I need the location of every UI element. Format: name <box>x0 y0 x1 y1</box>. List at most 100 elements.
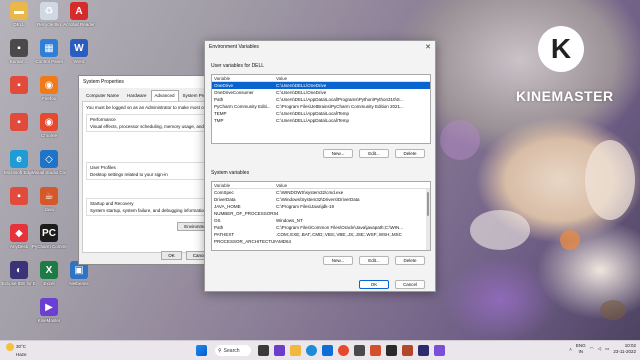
kinemaster-icon[interactable] <box>434 345 445 356</box>
word-icon: W <box>70 39 88 57</box>
kinemaster-logo-letter: K <box>550 33 572 64</box>
desktop-icon[interactable]: ☕ Java <box>32 187 66 212</box>
variable-name: OneDriveConsumer <box>214 90 254 95</box>
variable-value: C:\Users\DELL\OneDrive <box>276 90 327 95</box>
desktop-icon-label: Firefox <box>42 96 56 101</box>
table-row[interactable]: PyCharm Community Editi... C:\Program Fil… <box>212 103 430 110</box>
variable-name: PATHEXT <box>214 232 235 237</box>
env-cancel-button[interactable]: Cancel <box>395 280 425 289</box>
sysprop-ok-button[interactable]: OK <box>161 251 182 260</box>
desktop-icon[interactable]: ▪ <box>2 76 36 96</box>
desktop-icon[interactable]: PC PyCharm Community <box>32 224 66 249</box>
app-icon[interactable] <box>370 345 381 356</box>
table-row[interactable]: OneDriveConsumer C:\Users\DELL\OneDrive <box>212 89 430 96</box>
table-row[interactable]: TMP C:\Users\DELL\AppData\Local\Temp <box>212 117 430 124</box>
user-edit-button[interactable]: Edit... <box>359 149 389 158</box>
desktop-icon-label: Microsoft Edge <box>3 170 34 175</box>
desktop-icon[interactable]: ▦ Control Panel <box>32 39 66 64</box>
system-variables-scrollbar[interactable] <box>426 189 430 250</box>
system-new-button[interactable]: New... <box>323 256 353 265</box>
env-ok-button[interactable]: OK <box>359 280 389 289</box>
user-new-button[interactable]: New... <box>323 149 353 158</box>
eclipse-icon[interactable] <box>418 345 429 356</box>
tab-hardware[interactable]: Hardware <box>123 90 151 101</box>
wifi-icon[interactable]: ◠ <box>590 346 594 352</box>
system-variables-rows: ComSpec C:\WINDOWS\system32\cmd.exe Driver… <box>212 189 430 245</box>
desktop-icon[interactable]: W Word <box>62 39 96 64</box>
desktop-icon-label: Visual Studio Code <box>32 170 66 175</box>
java-icon[interactable] <box>402 345 413 356</box>
table-row[interactable]: PATHEXT .COM;.EXE;.BAT;.CMD;.VBS;.VBE;.JS… <box>212 231 430 238</box>
desktop-icon-label: Java <box>44 207 54 212</box>
desktop-icon-label: Acrobat Reader <box>63 22 95 27</box>
table-row[interactable]: Path C:\Users\DELL\AppData\Local\Programs… <box>212 96 430 103</box>
file-explorer-icon[interactable] <box>290 345 301 356</box>
table-row[interactable]: OS Windows_NT <box>212 217 430 224</box>
kinemaster-watermark: KINEMASTER <box>516 88 614 104</box>
system-tray: ˄ ENG IN ◠ ◁ ▭ 10:02 23-11-2022 <box>569 343 636 355</box>
battery-icon[interactable]: ▭ <box>605 346 609 352</box>
tab-advanced[interactable]: Advanced <box>150 90 179 101</box>
desktop-icon-label: DELL <box>13 22 25 27</box>
volume-icon[interactable]: ◁ <box>598 346 601 352</box>
control-panel-icon: ▦ <box>40 39 58 57</box>
table-row[interactable]: JAVA_HOME C:\Program Files\Java\jdk-19 <box>212 203 430 210</box>
user-variables-rows: OneDrive C:\Users\DELL\OneDrive OneDriveCo… <box>212 82 430 124</box>
user-delete-button[interactable]: Delete <box>395 149 425 158</box>
tab-computer-name[interactable]: Computer Name <box>82 90 123 101</box>
table-row[interactable]: NUMBER_OF_PROCESSORS 4 <box>212 210 430 217</box>
table-row[interactable]: TEMP C:\Users\DELL\AppData\Local\Temp <box>212 110 430 117</box>
desktop-icon[interactable]: e Microsoft Edge <box>2 150 36 175</box>
desktop-icon[interactable]: ♻ Recycle Bin <box>32 2 66 27</box>
desktop-icon-label: Recycle Bin <box>37 22 61 27</box>
edge-icon[interactable] <box>306 345 317 356</box>
weather-widget[interactable]: 30°C Haze <box>6 343 27 358</box>
system-delete-button[interactable]: Delete <box>395 256 425 265</box>
variable-name: Path <box>214 97 224 102</box>
variable-name: PyCharm Community Editi... <box>214 104 271 109</box>
store-icon[interactable] <box>322 345 333 356</box>
desktop-icon-label: Chrome <box>40 133 57 138</box>
desktop-icon[interactable]: ◉ Firefox <box>32 76 66 101</box>
table-row[interactable]: Path C:\Program Files\Common Files\Oracle… <box>212 224 430 231</box>
start-icon[interactable] <box>196 345 207 356</box>
pycharm-icon[interactable] <box>386 345 397 356</box>
desktop-icon[interactable]: ▬ DELL <box>2 2 36 27</box>
desktop-icon[interactable]: ◇ Visual Studio Code <box>32 150 66 175</box>
desktop-icon[interactable]: ◆ AnyDesk <box>2 224 36 249</box>
system-edit-button[interactable]: Edit... <box>359 256 389 265</box>
col-value: Value <box>276 182 288 188</box>
taskbar-search[interactable]: ⚲ Search <box>215 345 251 356</box>
shortcut-icon: ▪ <box>10 39 28 57</box>
desktop-icon[interactable]: ▶ KineMaster <box>32 298 66 323</box>
desktop-icon[interactable]: A Acrobat Reader <box>62 2 96 27</box>
chevron-up-icon[interactable]: ˄ <box>569 347 572 352</box>
task-view-icon[interactable] <box>258 345 269 356</box>
system-variables-label: System variables <box>211 170 250 176</box>
table-row[interactable]: ComSpec C:\WINDOWS\system32\cmd.exe <box>212 189 430 196</box>
desktop-icon[interactable]: ▪ Kumar ... <box>2 39 36 64</box>
chrome-icon[interactable] <box>338 345 349 356</box>
taskbar: 30°C Haze ⚲ Search ˄ ENG IN ◠ ◁ ▭ 10:02 23… <box>0 340 640 360</box>
clock[interactable]: 10:02 23-11-2022 <box>613 343 636 355</box>
table-row[interactable]: DriverData C:\Windows\System32\Drivers\Dr… <box>212 196 430 203</box>
table-row[interactable]: PROCESSOR_ARCHITECTURE AMD64 <box>212 238 430 245</box>
settings-icon[interactable] <box>354 345 365 356</box>
close-icon[interactable]: ✕ <box>425 43 431 51</box>
weather-desc: Haze <box>16 352 27 357</box>
table-row[interactable]: OneDrive C:\Users\DELL\OneDrive <box>212 82 430 89</box>
desktop-icon[interactable]: ◉ Chrome <box>32 113 66 138</box>
desktop-icon[interactable]: ▪ <box>2 113 36 133</box>
weather-temp: 30°C <box>16 344 27 350</box>
desktop-icon[interactable]: ▪ <box>2 187 36 207</box>
variable-name: TEMP <box>214 111 227 116</box>
chat-icon[interactable] <box>274 345 285 356</box>
firefox-icon: ◉ <box>40 76 58 94</box>
language-indicator[interactable]: ENG IN <box>576 343 586 355</box>
scrollbar-thumb[interactable] <box>427 192 429 216</box>
desktop-icon-label: KineMaster <box>37 318 61 323</box>
desktop-icon[interactable]: X Excel <box>32 261 66 286</box>
wallpaper-shape <box>440 120 480 160</box>
desktop-icon[interactable]: ◐ Eclipse IDE for Enterprise <box>2 261 36 286</box>
variable-name: Path <box>214 225 224 230</box>
